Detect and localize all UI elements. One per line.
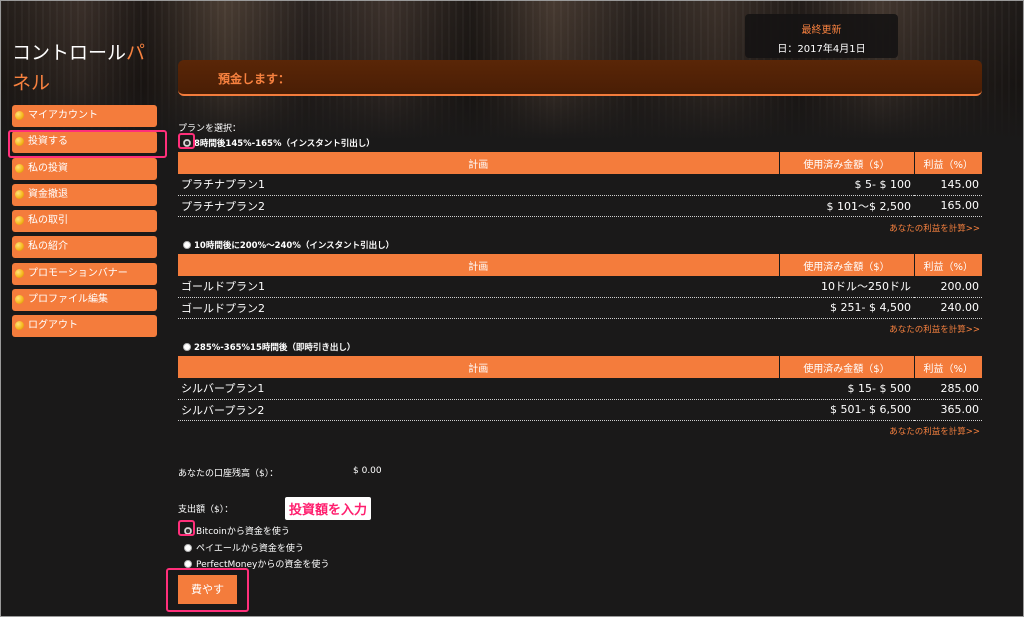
plan-group-radio[interactable] [183,240,191,249]
plan-profit: 240.00 [914,297,982,319]
table-row: プラチナプラン2 $ 101～$ 2,500 165.00 [178,195,982,217]
page-title: 預金します： [218,72,291,86]
column-header-profit: 利益（%） [914,152,982,174]
payment-option-label: Bitcoinから資金を使う [196,527,290,537]
plan-group-radio[interactable] [183,138,191,147]
balance-label: あなたの口座残高（$）： [178,469,279,479]
sidebar-item-promo-banners[interactable]: プロモーションバナー [12,262,157,285]
plan-name: ゴールドプラン2 [178,297,779,319]
balance-value: $ 0.00 [353,466,382,476]
sidebar-item-logout[interactable]: ログアウト [12,315,157,338]
bullet-icon [15,189,24,199]
calculate-profit-link[interactable]: あなたの利益を計算>> [889,323,980,335]
sidebar-item-invest[interactable]: 投資する [12,131,157,154]
calculate-profit-link[interactable]: あなたの利益を計算>> [889,222,980,234]
plan-amount: $ 5- $ 100 [779,174,914,196]
plan-table: 計画 使用済み金額（$） 利益（%） ゴールドプラン1 10ドル～250ドル 200.0… [178,254,982,319]
plan-amount: $ 101～$ 2,500 [779,195,914,217]
payment-radio[interactable] [184,559,192,568]
sidebar-item-label: プロファイル編集 [28,294,108,306]
plan-amount: $ 501- $ 6,500 [779,399,914,421]
bullet-icon [15,111,24,120]
column-header-amount: 使用済み金額（$） [779,356,915,378]
plan-table: 計画 使用済み金額（$） 利益（%） プラチナプラン1 $ 5- $ 100 145.0… [178,152,982,217]
sidebar-item-label: プロモーションバナー [28,267,128,279]
plan-name: ゴールドプラン1 [178,276,779,298]
payment-option-label: ペイエールから資金を使う [196,544,304,554]
last-updated-label: 最終更新 [801,25,842,36]
sidebar-item-label: 私の投資 [28,162,68,174]
plan-name: シルバープラン1 [178,378,779,400]
plan-group-label: 8時間後145%-165%（インスタント引出し） [194,139,375,149]
plan-group-option[interactable]: 8時間後145%-165%（インスタント引出し） [183,137,375,149]
plan-amount: 10ドル～250ドル [779,276,914,298]
plan-name: プラチナプラン2 [178,195,779,217]
plan-name: プラチナプラン1 [178,174,779,196]
deposit-header-bar: 預金します： [178,60,982,96]
column-header-plan: 計画 [178,152,780,174]
plan-amount: $ 251- $ 4,500 [779,297,914,319]
plan-amount: $ 15- $ 500 [779,378,914,400]
column-header-plan: 計画 [178,254,780,276]
sidebar-item-label: 私の取引 [28,215,68,227]
column-header-profit: 利益（%） [914,356,982,378]
payment-option-payeer[interactable]: ペイエールから資金を使う [184,541,304,554]
bullet-icon [15,137,24,147]
sidebar-item-label: マイアカウント [28,110,98,121]
plan-profit: 200.00 [914,276,982,298]
bullet-icon [15,242,24,252]
plan-group-option[interactable]: 285%-365%15時間後（即時引き出し） [183,341,355,353]
plan-group-label: 285%-365%15時間後（即時引き出し） [194,343,356,353]
select-plan-label: プランを選択： [178,124,242,134]
sidebar-item-label: 資金撤退 [28,188,68,200]
column-header-plan: 計画 [178,356,780,378]
table-row: シルバープラン2 $ 501- $ 6,500 365.00 [178,399,982,421]
control-panel-title: コントロールパネル [12,42,146,94]
payment-option-label: PerfectMoneyからの資金を使う [196,560,330,570]
plan-profit: 365.00 [914,399,982,421]
sidebar-item-withdraw[interactable]: 資金撤退 [12,183,157,206]
bullet-icon [15,216,24,226]
sidebar-item-my-account[interactable]: マイアカウント [12,105,157,127]
sidebar-item-my-investments[interactable]: 私の投資 [12,157,157,180]
bullet-icon [15,268,24,278]
payment-radio[interactable] [184,543,192,552]
sidebar-item-referrals[interactable]: 私の紹介 [12,236,157,259]
payment-radio[interactable] [184,526,192,535]
column-header-amount: 使用済み金額（$） [779,152,915,174]
sidebar-item-label: 私の紹介 [28,241,68,253]
column-header-amount: 使用済み金額（$） [779,254,915,276]
last-updated-date: 日：2017年4月1日 [777,44,866,55]
bullet-icon [15,163,24,173]
table-row: シルバープラン1 $ 15- $ 500 285.00 [178,378,982,400]
plan-profit: 165.00 [914,195,982,217]
table-row: ゴールドプラン2 $ 251- $ 4,500 240.00 [178,297,982,319]
amount-label: 支出額（$）： [178,505,234,515]
plan-group-label: 10時間後に200%～240%（インスタント引出し） [194,241,395,251]
bullet-icon [15,295,24,305]
plan-name: シルバープラン2 [178,399,779,421]
sidebar-item-label: 投資する [28,136,68,148]
sidebar-item-my-transactions[interactable]: 私の取引 [12,210,157,233]
table-row: プラチナプラン1 $ 5- $ 100 145.00 [178,174,982,196]
bullet-icon [15,321,24,331]
payment-option-perfectmoney[interactable]: PerfectMoneyからの資金を使う [184,557,329,570]
sidebar-menu: マイアカウント 投資する 私の投資 資金撤退 私の取引 私の紹介 プロモーション… [12,105,157,342]
plan-profit: 145.00 [914,174,982,196]
spend-button[interactable]: 費やす [178,575,237,604]
sidebar-item-label: ログアウト [28,320,78,332]
plan-group-option[interactable]: 10時間後に200%～240%（インスタント引出し） [183,239,394,251]
last-updated-box: 最終更新 日：2017年4月1日 [745,14,898,58]
plan-group-radio[interactable] [183,342,191,351]
payment-option-bitcoin[interactable]: Bitcoinから資金を使う [184,524,290,537]
sidebar-item-edit-profile[interactable]: プロファイル編集 [12,289,157,312]
calculate-profit-link[interactable]: あなたの利益を計算>> [889,425,980,437]
column-header-profit: 利益（%） [914,254,982,276]
table-row: ゴールドプラン1 10ドル～250ドル 200.00 [178,276,982,298]
enter-amount-annotation: 投資額を入力 [285,497,372,520]
plan-profit: 285.00 [914,378,982,400]
plan-table: 計画 使用済み金額（$） 利益（%） シルバープラン1 $ 15- $ 500 285.… [178,356,982,421]
